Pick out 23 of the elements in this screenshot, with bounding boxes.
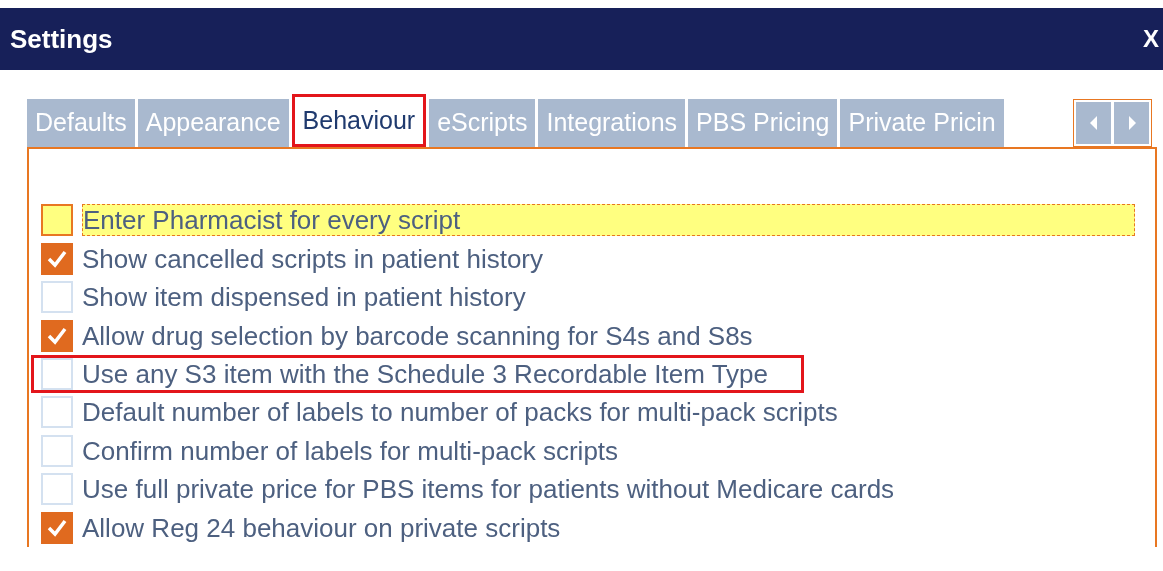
left-arrow-button[interactable]	[1076, 102, 1111, 144]
option-label[interactable]: Allow drug selection by barcode scanning for S4s and S8s	[82, 320, 753, 351]
check-icon	[47, 518, 67, 537]
checkbox[interactable]	[41, 511, 73, 544]
checkbox[interactable]	[41, 319, 73, 352]
window-title: Settings	[10, 22, 113, 56]
option-label[interactable]: Enter Pharmacist for every script	[82, 204, 1135, 237]
option-label[interactable]: Use full private price for PBS items for patients without Medicare cards	[82, 474, 895, 505]
option-label[interactable]: Show item dispensed in patient history	[82, 282, 526, 313]
checkbox[interactable]	[41, 204, 73, 237]
option-label[interactable]: Confirm number of labels for multi-pack scripts	[82, 435, 619, 466]
checkbox[interactable]	[41, 242, 73, 275]
check-icon	[47, 326, 67, 345]
close-button[interactable]: X	[1143, 21, 1159, 57]
option-label[interactable]: Use any S3 item with the Schedule 3 Recordable Item Type	[82, 358, 768, 389]
tab[interactable]: Behaviour	[291, 94, 427, 147]
check-icon	[47, 249, 67, 268]
right-caret-icon	[1127, 116, 1136, 130]
left-caret-icon	[1089, 116, 1098, 130]
option-label[interactable]: Show cancelled scripts in patient history	[82, 243, 543, 274]
right-arrow-button[interactable]	[1114, 102, 1149, 144]
option-label[interactable]: Allow Reg 24 behaviour on private scripts	[82, 512, 561, 543]
option-label[interactable]: Default number of labels to number of packs for multi-pack scripts	[82, 397, 838, 428]
